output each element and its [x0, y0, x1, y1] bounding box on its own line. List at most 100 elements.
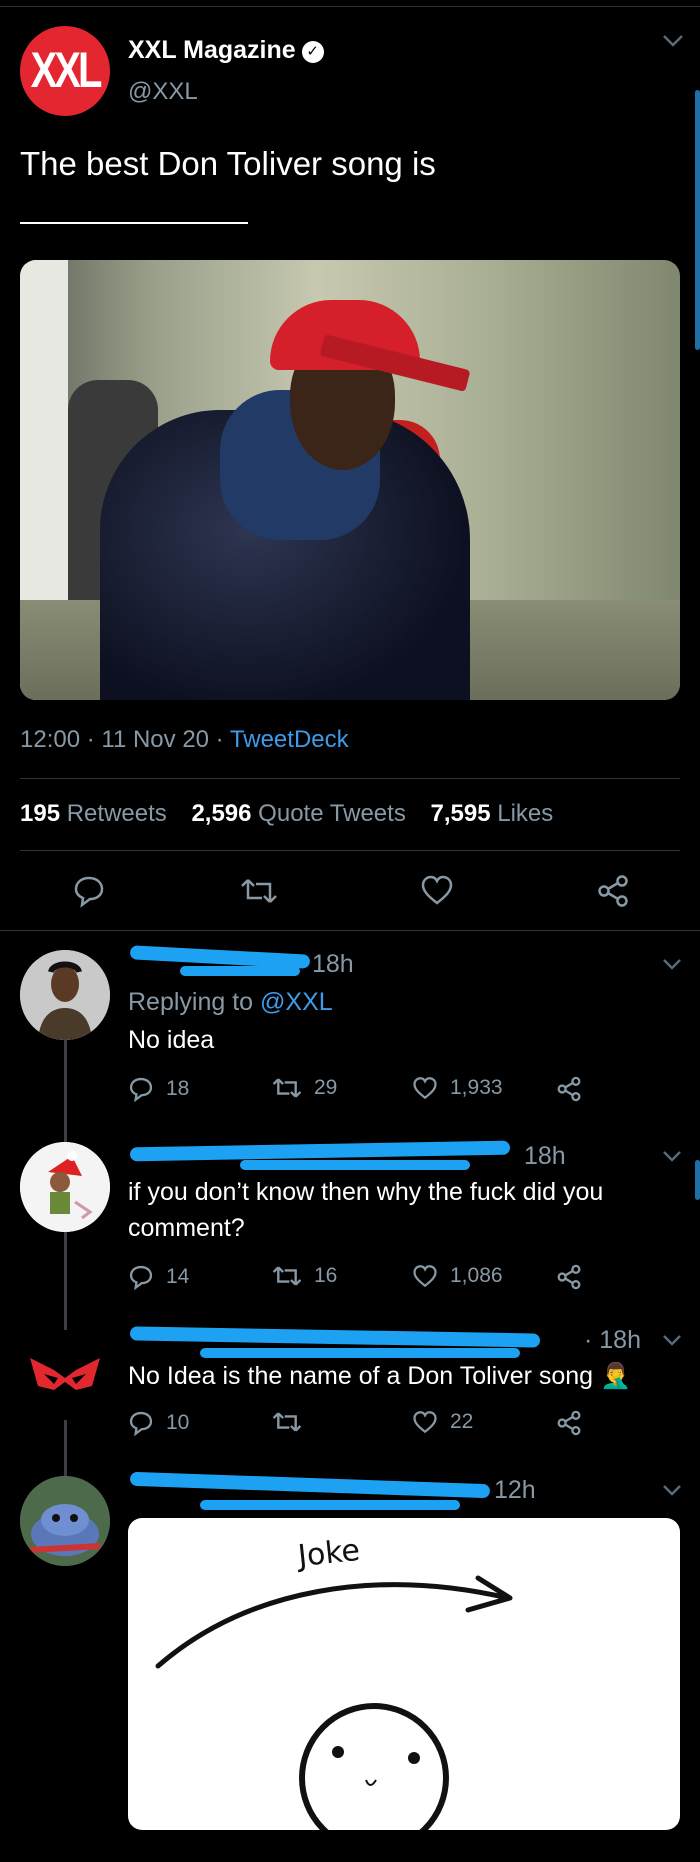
- divider: [20, 778, 680, 779]
- likes-label: Likes: [497, 800, 554, 827]
- avatar-logo-text: XXL: [30, 42, 103, 98]
- share-icon: [557, 1076, 581, 1102]
- reply-text-content: No Idea is the name of a Don Toliver son…: [128, 1362, 594, 1390]
- reply-icon: [129, 1265, 153, 1290]
- likes-count: 7,595: [430, 800, 491, 827]
- reply-button[interactable]: 18: [128, 1076, 189, 1102]
- chevron-down-icon[interactable]: [662, 34, 684, 48]
- reply-time: 18h: [524, 1142, 566, 1170]
- like-count: 1,086: [450, 1264, 503, 1287]
- reply-text-line1: if you don’t know then why the fuck did …: [128, 1178, 604, 1206]
- retweet-count: 29: [314, 1076, 338, 1099]
- reply-button[interactable]: 14: [128, 1264, 189, 1290]
- like-button[interactable]: 22: [412, 1410, 473, 1434]
- reply-time: 12h: [494, 1476, 536, 1504]
- tweet-photo[interactable]: [20, 260, 680, 700]
- quotes-count: 2,596: [191, 800, 252, 827]
- like-count: 22: [450, 1410, 474, 1433]
- like-heart-icon: [413, 1411, 437, 1434]
- redacted-username: [129, 1471, 491, 1499]
- tweet-text: The best Don Toliver song is: [20, 145, 436, 182]
- retweet-button[interactable]: 29: [272, 1076, 337, 1100]
- chevron-down-icon[interactable]: [662, 958, 682, 970]
- quotes-label: Quote Tweets: [258, 800, 406, 827]
- author-avatar[interactable]: XXL: [20, 26, 110, 116]
- reply-image[interactable]: Joke: [128, 1518, 680, 1830]
- tweet-timestamp: 12:00 · 11 Nov 20 · TweetDeck: [20, 726, 349, 754]
- redacted-username: [200, 1348, 520, 1358]
- retweet-icon: [272, 1078, 302, 1098]
- divider: [0, 930, 700, 931]
- like-button[interactable]: 1,086: [412, 1264, 503, 1288]
- share-icon[interactable]: [596, 874, 630, 908]
- reply-text: No idea: [128, 1026, 215, 1054]
- facepalm-emoji: 🤦‍♂️: [600, 1362, 632, 1390]
- redacted-username: [200, 1500, 460, 1510]
- redacted-username: [129, 1326, 541, 1348]
- reply-count: 18: [166, 1077, 190, 1100]
- reply-count: 14: [166, 1265, 190, 1288]
- tweet-source-link[interactable]: TweetDeck: [230, 726, 349, 753]
- retweets-label: Retweets: [66, 800, 167, 827]
- scrollbar-thumb[interactable]: [695, 90, 700, 350]
- reply-icon[interactable]: [72, 874, 106, 908]
- redacted-username: [180, 966, 300, 976]
- author-handle[interactable]: @XXL: [128, 78, 198, 106]
- tweet-blank-line: [20, 222, 248, 224]
- thread-line: [64, 1420, 67, 1480]
- author-name[interactable]: XXL Magazine ✓: [128, 36, 324, 65]
- reply-action-bar: 18 29 1,933: [128, 1076, 598, 1106]
- like-count: 1,933: [450, 1076, 503, 1099]
- retweet-button[interactable]: [272, 1410, 314, 1434]
- reply-text-line2: comment?: [128, 1214, 245, 1242]
- like-heart-icon: [413, 1077, 437, 1100]
- reply-count: 10: [166, 1411, 190, 1434]
- reply-time: 18h: [312, 950, 354, 978]
- chevron-down-icon[interactable]: [662, 1484, 682, 1496]
- like-heart-icon[interactable]: [420, 874, 454, 906]
- quote-tweets-stat[interactable]: 2,596 Quote Tweets: [191, 800, 405, 827]
- likes-stat[interactable]: 7,595 Likes: [431, 800, 554, 827]
- share-icon: [557, 1264, 581, 1290]
- redacted-username: [240, 1160, 470, 1170]
- reply-action-bar: 10 22: [128, 1410, 598, 1440]
- reply-mention-link[interactable]: @XXL: [260, 988, 333, 1016]
- like-heart-icon: [413, 1265, 437, 1288]
- reply-text: No Idea is the name of a Don Toliver son…: [128, 1358, 631, 1394]
- share-icon: [557, 1410, 581, 1436]
- retweets-stat[interactable]: 195 Retweets: [20, 800, 167, 827]
- joke-drawing: [155, 1575, 513, 1830]
- reply-button[interactable]: 10: [128, 1410, 189, 1436]
- chevron-down-icon[interactable]: [662, 1150, 682, 1162]
- tweet-stats: 195 Retweets 2,596 Quote Tweets 7,595 Li…: [20, 800, 571, 828]
- replying-prefix: Replying to: [128, 988, 261, 1016]
- redacted-username: [129, 1140, 511, 1162]
- reply-avatar[interactable]: [20, 1330, 110, 1420]
- share-button[interactable]: [556, 1264, 582, 1290]
- share-button[interactable]: [556, 1410, 582, 1436]
- tweet-action-bar: [0, 868, 700, 912]
- retweet-icon: [272, 1266, 302, 1286]
- reply-time: · 18h: [584, 1326, 641, 1354]
- retweets-count: 195: [20, 800, 61, 827]
- tweet-time: 12:00 · 11 Nov 20 ·: [20, 726, 230, 753]
- reply-avatar[interactable]: [20, 1476, 110, 1566]
- reply-avatar[interactable]: [20, 950, 110, 1040]
- reply-icon: [129, 1411, 153, 1436]
- scrollbar-marker: [695, 1160, 700, 1200]
- replying-to: Replying to @XXL: [128, 984, 333, 1020]
- share-button[interactable]: [556, 1076, 582, 1102]
- retweet-icon[interactable]: [240, 876, 278, 906]
- author-display-name: XXL Magazine: [128, 36, 296, 64]
- retweet-count: 16: [314, 1264, 338, 1287]
- verified-check-icon: ✓: [301, 41, 324, 63]
- chevron-down-icon[interactable]: [662, 1334, 682, 1346]
- like-button[interactable]: 1,933: [412, 1076, 503, 1100]
- bottom-action-bar-partial: [0, 1846, 700, 1862]
- retweet-button[interactable]: 16: [272, 1264, 337, 1288]
- top-divider: [0, 6, 700, 7]
- reply-icon: [129, 1077, 153, 1102]
- retweet-icon: [272, 1412, 302, 1432]
- reply-avatar[interactable]: [20, 1142, 110, 1232]
- divider: [20, 850, 680, 851]
